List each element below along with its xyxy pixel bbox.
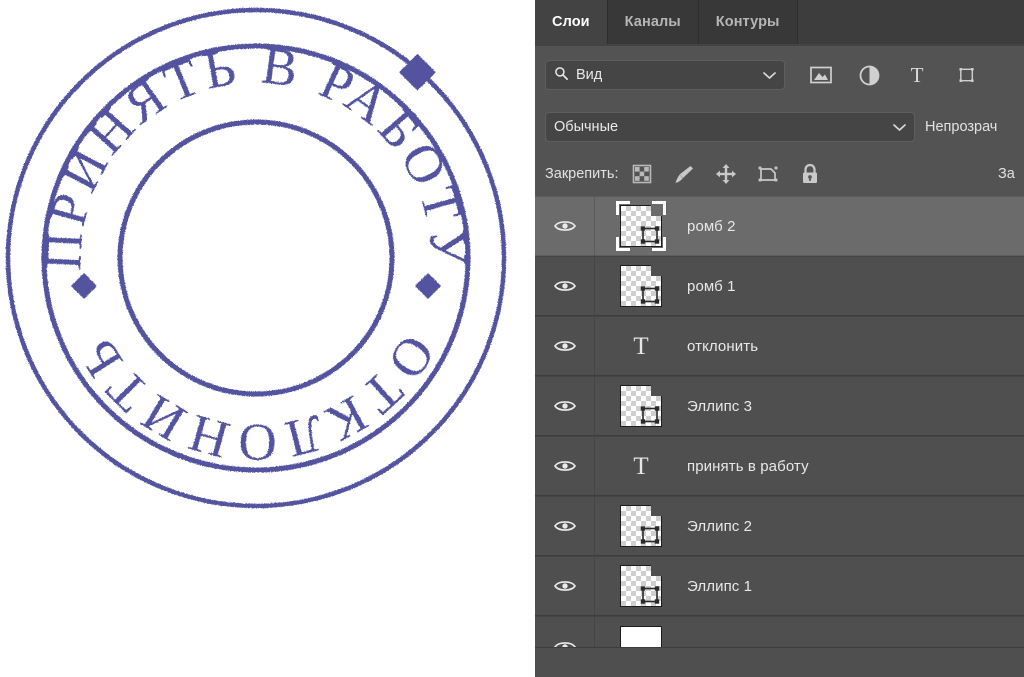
fill-label: За xyxy=(998,166,1015,182)
position-lock-icon[interactable] xyxy=(714,162,738,186)
blend-mode-value: Обычные xyxy=(554,119,619,135)
blend-mode-select[interactable]: Обычные xyxy=(545,112,915,142)
eye-icon xyxy=(553,221,576,231)
layers-list[interactable]: ромб 2 ромб 1 T отклонить Эллипс 3 T при… xyxy=(535,196,1024,677)
lock-label: Закрепить: xyxy=(545,166,619,182)
layer-name[interactable]: Эллипс 2 xyxy=(687,518,752,535)
selection-brackets xyxy=(616,201,666,251)
diamond-left xyxy=(71,273,97,299)
vector-mask-icon xyxy=(640,586,660,604)
table-row[interactable] xyxy=(535,616,1024,648)
layer-visibility-toggle[interactable] xyxy=(535,317,595,375)
layer-name[interactable]: ромб 2 xyxy=(687,218,736,235)
tab-layers-label: Слои xyxy=(552,14,590,30)
type-layer-icon: T xyxy=(633,452,649,480)
layer-name[interactable]: Эллипс 3 xyxy=(687,398,752,415)
layer-thumbnail[interactable] xyxy=(595,201,687,251)
tab-channels-label: Каналы xyxy=(624,14,681,30)
diamond-right xyxy=(415,273,441,299)
layer-thumbnail[interactable]: T xyxy=(595,454,687,479)
vector-mask-icon xyxy=(640,526,660,544)
layer-thumbnail[interactable] xyxy=(595,617,687,647)
vector-mask-icon xyxy=(640,286,660,304)
tab-channels[interactable]: Каналы xyxy=(607,0,699,44)
layer-name[interactable]: Эллипс 1 xyxy=(687,578,752,595)
layer-visibility-toggle[interactable] xyxy=(535,497,595,555)
layer-filter-select[interactable]: Вид xyxy=(545,60,785,90)
blend-mode-row: Обычные Непрозрач xyxy=(535,104,1024,150)
layers-panel: Слои Каналы Контуры Вид T Обычные Непроз… xyxy=(535,0,1024,677)
eye-icon xyxy=(553,521,576,531)
artboard-nesting-lock-icon[interactable] xyxy=(756,162,780,186)
search-icon xyxy=(554,66,569,84)
layer-visibility-toggle[interactable] xyxy=(535,377,595,435)
layer-filter-type-icons: T xyxy=(809,63,977,87)
shape-layer-filter-icon[interactable] xyxy=(953,63,977,87)
panel-tabbar: Слои Каналы Контуры xyxy=(535,0,1024,46)
type-layer-filter-icon[interactable]: T xyxy=(905,63,929,87)
layer-filter-row: Вид T xyxy=(535,46,1024,104)
eye-icon xyxy=(553,401,576,411)
eye-icon xyxy=(553,341,576,351)
lock-all-icon[interactable] xyxy=(798,162,822,186)
canvas-area[interactable]: ПРИНЯТЬ В РАБОТУ ОТКЛОНИТЬ xyxy=(0,0,535,677)
layer-visibility-toggle[interactable] xyxy=(535,257,595,315)
table-row[interactable]: T принять в работу xyxy=(535,436,1024,496)
adjustment-layer-filter-icon[interactable] xyxy=(857,63,881,87)
layer-visibility-toggle[interactable] xyxy=(535,617,595,647)
lock-row: Закрепить: За xyxy=(535,150,1024,198)
transparent-pixels-lock-icon[interactable] xyxy=(630,162,654,186)
opacity-label: Непрозрач xyxy=(925,119,998,135)
round-stamp-artwork: ПРИНЯТЬ В РАБОТУ ОТКЛОНИТЬ xyxy=(0,0,535,538)
table-row[interactable]: ромб 1 xyxy=(535,256,1024,316)
table-row[interactable]: Эллипс 2 xyxy=(535,496,1024,556)
table-row[interactable]: T отклонить xyxy=(535,316,1024,376)
stamp-ink: ПРИНЯТЬ В РАБОТУ ОТКЛОНИТЬ xyxy=(5,7,507,509)
image-pixels-lock-icon[interactable] xyxy=(672,162,696,186)
layer-visibility-toggle[interactable] xyxy=(535,557,595,615)
layer-name[interactable]: отклонить xyxy=(687,338,758,355)
tab-paths-label: Контуры xyxy=(715,14,780,30)
lock-icons xyxy=(630,162,822,186)
table-row[interactable]: Эллипс 1 xyxy=(535,556,1024,616)
image-layer-filter-icon[interactable] xyxy=(809,63,833,87)
layer-thumbnail[interactable]: T xyxy=(595,334,687,359)
tabbar-empty-space xyxy=(797,0,1024,44)
eye-icon xyxy=(553,642,576,647)
type-layer-icon: T xyxy=(633,332,649,360)
chevron-down-icon[interactable] xyxy=(763,67,776,83)
chevron-down-icon[interactable] xyxy=(893,119,906,135)
eye-icon xyxy=(553,581,576,591)
layer-visibility-toggle[interactable] xyxy=(535,437,595,495)
vector-mask-icon xyxy=(640,406,660,424)
layer-name[interactable]: ромб 1 xyxy=(687,278,736,295)
layer-filter-value: Вид xyxy=(576,67,603,83)
tab-layers[interactable]: Слои xyxy=(535,0,608,44)
eye-icon xyxy=(553,461,576,471)
layer-thumbnail[interactable] xyxy=(595,263,687,309)
photoshop-screenshot: ПРИНЯТЬ В РАБОТУ ОТКЛОНИТЬ Слои Каналы К… xyxy=(0,0,1024,677)
table-row[interactable]: Эллипс 3 xyxy=(535,376,1024,436)
table-row[interactable]: ромб 2 xyxy=(535,196,1024,256)
layer-name[interactable]: принять в работу xyxy=(687,458,809,475)
svg-text:T: T xyxy=(911,65,924,85)
svg-text:ОТКЛОНИТЬ: ОТКЛОНИТЬ xyxy=(66,325,446,471)
eye-icon xyxy=(553,281,576,291)
layer-visibility-toggle[interactable] xyxy=(535,197,595,255)
layer-thumbnail[interactable] xyxy=(595,503,687,549)
layer-thumbnail[interactable] xyxy=(595,383,687,429)
tab-paths[interactable]: Контуры xyxy=(698,0,798,44)
layer-thumbnail[interactable] xyxy=(595,563,687,609)
